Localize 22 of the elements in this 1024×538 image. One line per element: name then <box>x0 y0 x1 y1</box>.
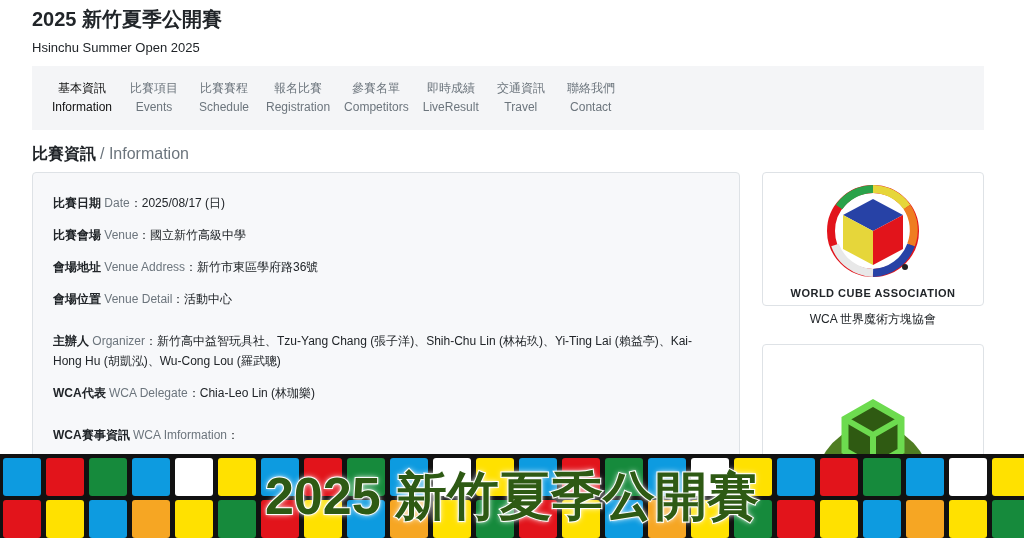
nav-tab[interactable]: 聯絡我們 Contact <box>558 78 623 117</box>
banner-title: 2025 新竹夏季公開賽 <box>264 466 760 527</box>
section-title: 比賽資訊 <box>32 143 96 164</box>
nav-tab[interactable]: 即時成績 LiveResult <box>418 78 483 117</box>
nav-tab[interactable]: 比賽賽程 Schedule <box>192 78 257 117</box>
section-subtitle: / Information <box>100 143 189 164</box>
logo-caption: WCA 世界魔術方塊協會 <box>809 310 937 328</box>
page-subtitle: Hsinchu Summer Open 2025 <box>32 39 201 57</box>
info-line: 主辦人 Organizer：新竹高中益智玩具社、Tzu-Yang Chang (張子洋)、Shih-Chu Lin (林祐玖)、Yi-Ting Lai (賴益亭)、Kai-Hong Hu (胡凱泓)、Wu-Cong Lou (羅武聰) <box>53 332 694 370</box>
info-line: 會場位置 Venue Detail：活動中心 <box>53 290 234 308</box>
page-title: 2025 新竹夏季公開賽 <box>32 7 224 32</box>
nav-tab[interactable]: 比賽項目 Events <box>122 78 187 117</box>
nav-tab[interactable]: 報名比賽 Registration <box>262 78 335 117</box>
logo-text: WORLD CUBE ASSOCIATION <box>790 285 956 301</box>
nav-tab[interactable]: 參賽名單 Competitors <box>340 78 413 117</box>
info-line: 比賽日期 Date：2025/08/17 (日) <box>53 194 227 212</box>
info-line: WCA代表 WCA Delegate：Chia-Leo Lin (林珈樂) <box>53 384 317 402</box>
info-line: WCA賽事資訊 WCA Imformation： <box>53 426 241 444</box>
info-line: 會場地址 Venue Address：新竹市東區學府路36號 <box>53 258 320 276</box>
info-line: 比賽會場 Venue：國立新竹高級中學 <box>53 226 248 244</box>
nav-tab[interactable]: 基本資訊 Information <box>48 78 117 117</box>
nav-tab[interactable]: 交通資訊 Travel <box>488 78 553 117</box>
